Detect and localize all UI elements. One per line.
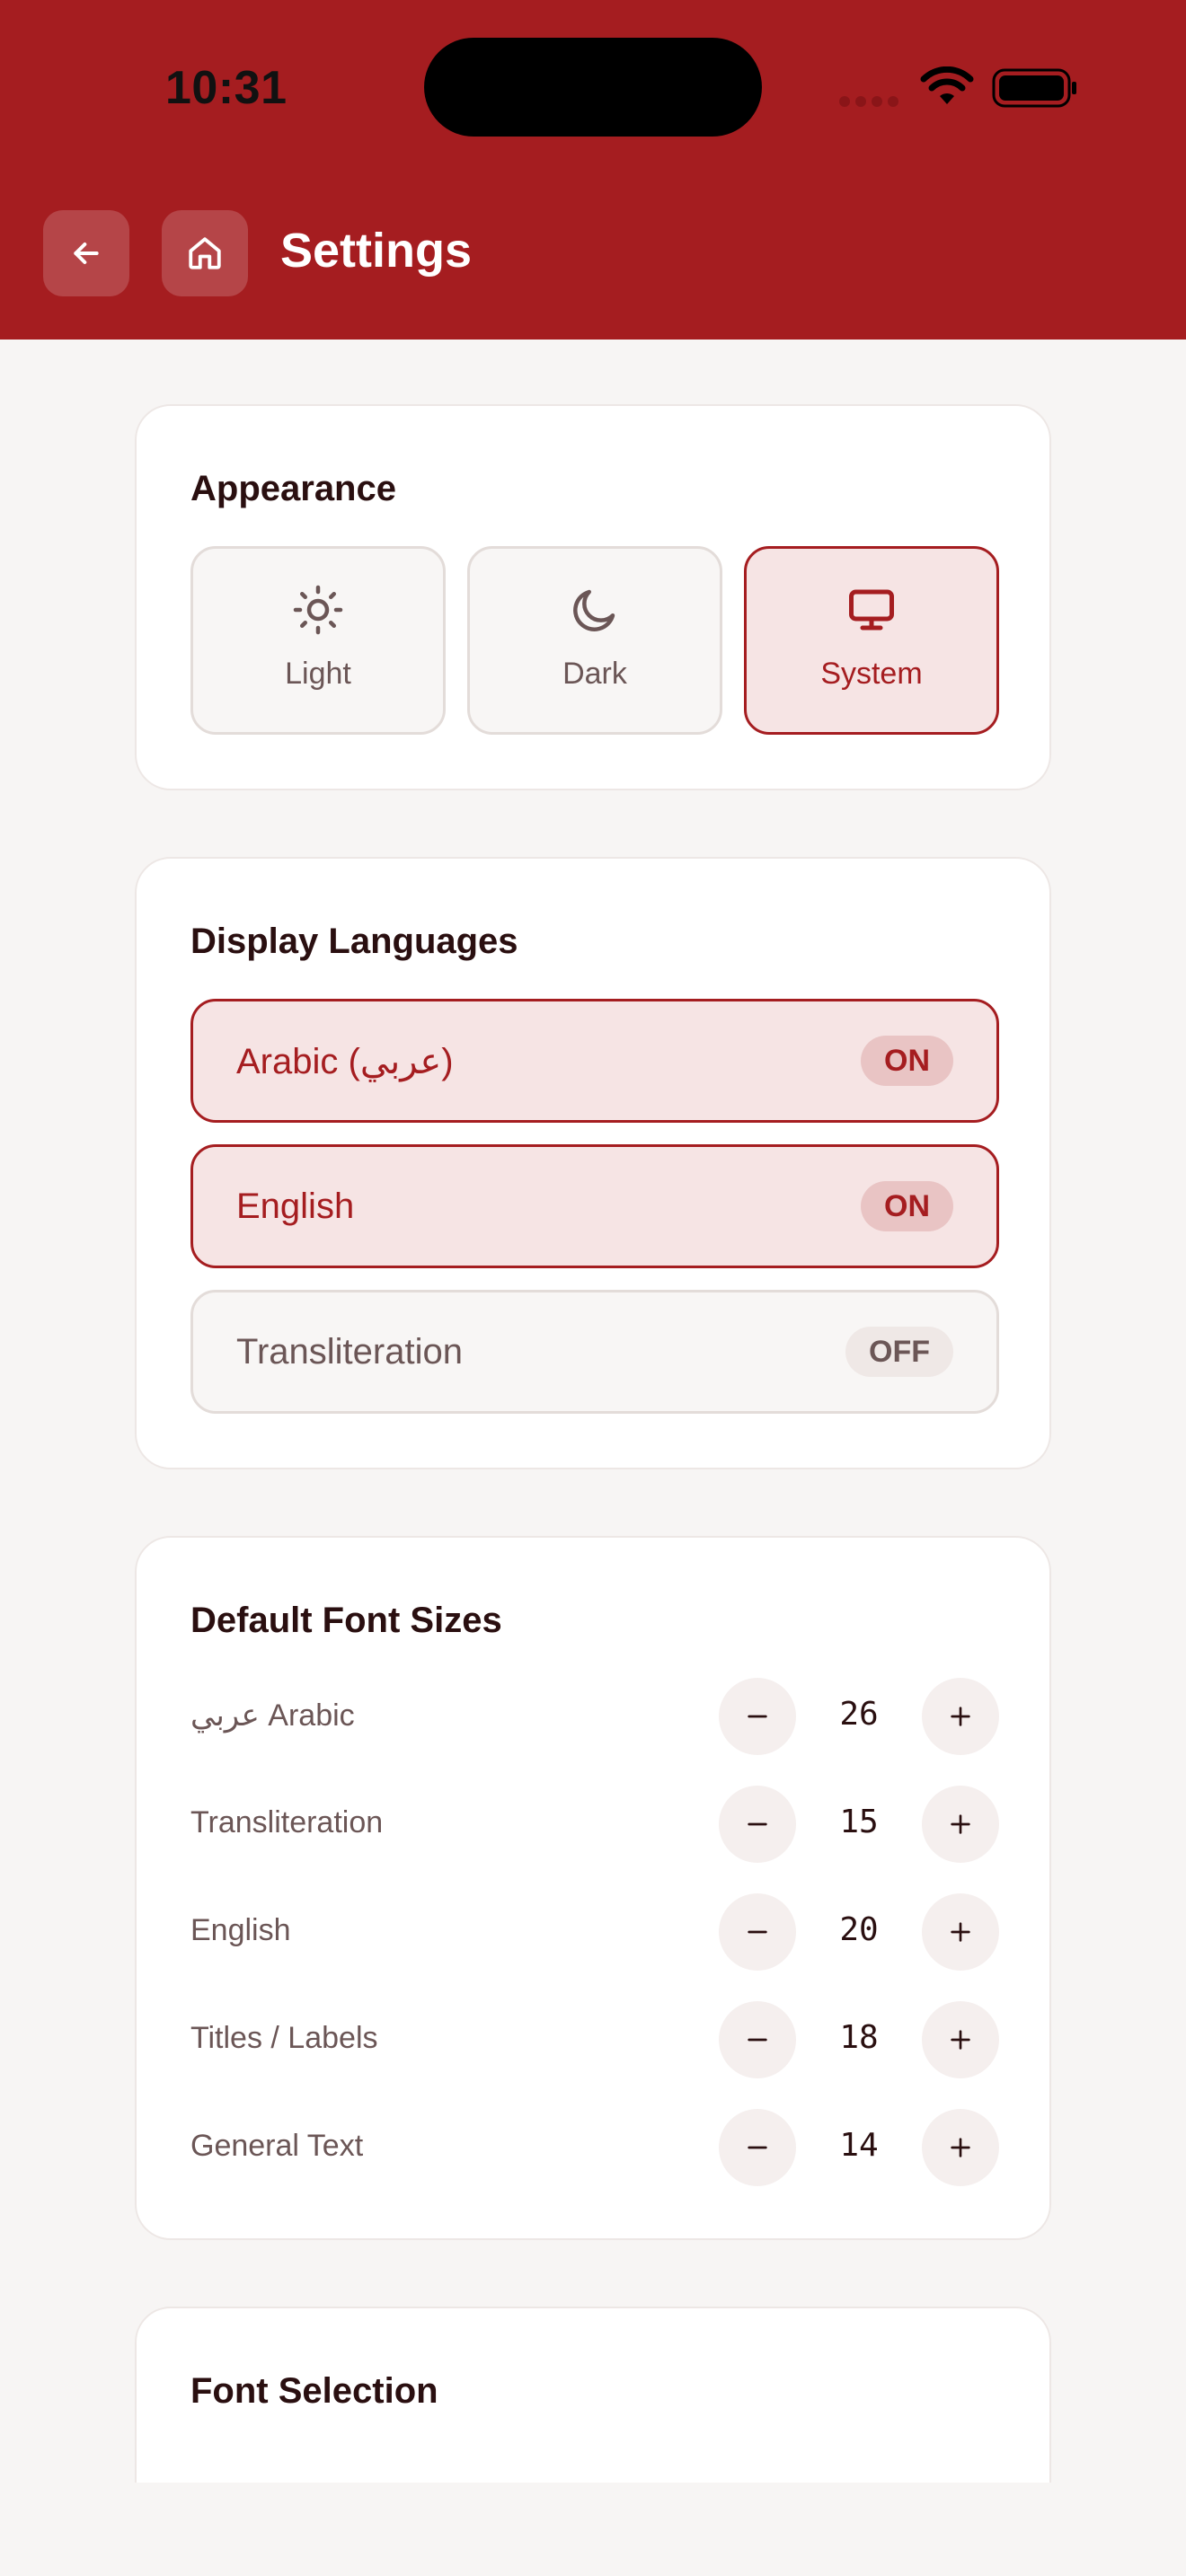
theme-light-button[interactable]: Light: [190, 546, 446, 735]
moon-icon: [573, 589, 615, 631]
font-size-row-arabic: عربي Arabic 26: [190, 1678, 999, 1755]
decrease-button[interactable]: [719, 1893, 796, 1971]
font-size-value: 26: [839, 1696, 879, 1733]
home-icon: [189, 237, 221, 269]
font-sizes-card: Default Font Sizes عربي Arabic 26 Transl…: [135, 1536, 1051, 2240]
signal-icon: [839, 95, 904, 111]
minus-icon: [748, 1715, 767, 1718]
theme-system-label: System: [820, 657, 923, 691]
language-toggle-transliteration[interactable]: Transliteration OFF: [190, 1290, 999, 1414]
font-size-row-general: General Text 14: [190, 2109, 999, 2186]
minus-icon: [748, 2146, 767, 2149]
sun-icon: [293, 585, 343, 635]
font-size-label: English: [190, 1913, 291, 1947]
font-size-label: عربي Arabic: [190, 1698, 355, 1733]
theme-light-label: Light: [285, 657, 351, 691]
display-languages-card: Display Languages Arabic (عربي) ON Engli…: [135, 857, 1051, 1469]
home-button[interactable]: [162, 210, 248, 296]
minus-icon: [748, 1822, 767, 1826]
font-size-value: 14: [839, 2127, 879, 2164]
decrease-button[interactable]: [719, 1678, 796, 1755]
decrease-button[interactable]: [719, 2109, 796, 2186]
language-toggle-arabic[interactable]: Arabic (عربي) ON: [190, 999, 999, 1123]
battery-icon: [992, 68, 1076, 108]
increase-button[interactable]: [922, 1678, 999, 1755]
monitor-icon: [849, 589, 894, 631]
language-toggle-english[interactable]: English ON: [190, 1144, 999, 1268]
font-size-value: 15: [839, 1804, 879, 1840]
plus-icon: [951, 2030, 970, 2050]
language-label: Transliteration: [236, 1332, 463, 1372]
arrow-left-icon: [74, 243, 99, 264]
font-size-label: Transliteration: [190, 1805, 384, 1839]
font-size-value: 20: [839, 1911, 879, 1948]
font-selection-title: Font Selection: [190, 2371, 438, 2411]
appearance-title: Appearance: [190, 469, 396, 508]
plus-icon: [951, 1707, 970, 1726]
font-size-value: 18: [839, 2019, 879, 2056]
toggle-state-badge: OFF: [845, 1327, 953, 1377]
decrease-button[interactable]: [719, 2001, 796, 2078]
theme-dark-label: Dark: [562, 657, 627, 691]
status-time: 10:31: [165, 62, 288, 114]
font-size-row-titles: Titles / Labels 18: [190, 2001, 999, 2078]
increase-button[interactable]: [922, 2109, 999, 2186]
plus-icon: [951, 1922, 970, 1942]
font-size-label: Titles / Labels: [190, 2021, 378, 2055]
language-label: English: [236, 1187, 355, 1226]
display-languages-title: Display Languages: [190, 922, 518, 961]
decrease-button[interactable]: [719, 1786, 796, 1863]
page-title: Settings: [280, 224, 473, 278]
increase-button[interactable]: [922, 1786, 999, 1863]
language-label: Arabic (عربي): [236, 1042, 454, 1081]
status-icons: [839, 63, 1082, 110]
theme-system-button[interactable]: System: [744, 546, 999, 735]
toggle-state-badge: ON: [861, 1181, 953, 1231]
increase-button[interactable]: [922, 1893, 999, 1971]
scroll-fade: [0, 2483, 1186, 2576]
minus-icon: [748, 2038, 767, 2042]
font-sizes-title: Default Font Sizes: [190, 1601, 502, 1640]
toggle-state-badge: ON: [861, 1036, 953, 1086]
plus-icon: [951, 2138, 970, 2157]
theme-dark-button[interactable]: Dark: [467, 546, 722, 735]
minus-icon: [748, 1930, 767, 1934]
app-header: 10:31 Settings: [0, 0, 1186, 340]
back-button[interactable]: [43, 210, 129, 296]
increase-button[interactable]: [922, 2001, 999, 2078]
dynamic-island: [424, 38, 762, 137]
wifi-icon: [920, 66, 974, 104]
font-size-row-transliteration: Transliteration 15: [190, 1786, 999, 1863]
font-size-label: General Text: [190, 2129, 364, 2163]
font-size-row-english: English 20: [190, 1893, 999, 1971]
appearance-card: Appearance Light Dark System: [135, 404, 1051, 790]
plus-icon: [951, 1814, 970, 1834]
